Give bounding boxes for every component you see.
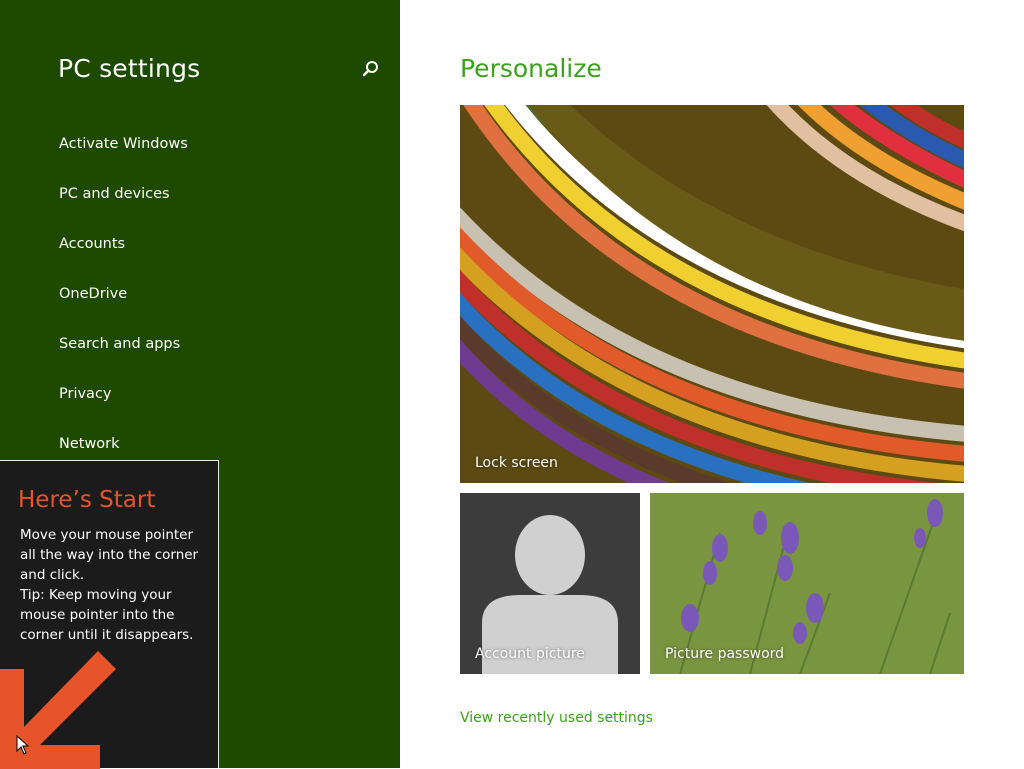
sidebar-item-privacy[interactable]: Privacy <box>59 383 188 433</box>
mouse-cursor-icon <box>16 735 30 755</box>
picture-password-tile[interactable]: Picture password <box>650 493 964 674</box>
tip-title: Here’s Start <box>18 487 156 513</box>
sidebar-item-accounts[interactable]: Accounts <box>59 233 188 283</box>
page-title: Personalize <box>460 54 602 83</box>
search-icon <box>362 61 378 77</box>
sidebar-nav: Activate Windows PC and devices Accounts… <box>59 133 188 483</box>
tip-body: Move your mouse pointer all the way into… <box>20 527 199 643</box>
lock-screen-label: Lock screen <box>475 455 558 471</box>
sidebar-item-onedrive[interactable]: OneDrive <box>59 283 188 333</box>
app-title: PC settings <box>58 54 201 83</box>
lock-screen-image <box>460 105 964 483</box>
start-tip-panel: Here’s Start Move your mouse pointer all… <box>0 460 219 769</box>
view-recent-settings-link[interactable]: View recently used settings <box>460 710 653 726</box>
account-picture-tile[interactable]: Account picture <box>460 493 640 674</box>
sidebar-item-search-and-apps[interactable]: Search and apps <box>59 333 188 383</box>
sidebar-item-pc-and-devices[interactable]: PC and devices <box>59 183 188 233</box>
lock-screen-tile[interactable]: Lock screen <box>460 105 964 483</box>
account-picture-label: Account picture <box>475 646 585 662</box>
picture-password-label: Picture password <box>665 646 785 662</box>
search-button[interactable] <box>358 58 382 82</box>
sidebar-item-activate-windows[interactable]: Activate Windows <box>59 133 188 183</box>
